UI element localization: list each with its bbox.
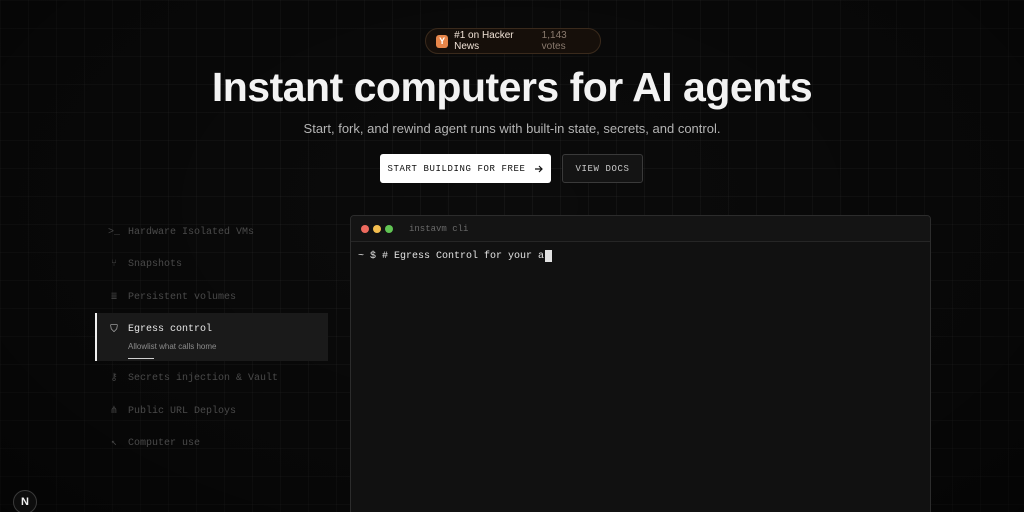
- terminal-command: # Egress Control for your a: [382, 250, 545, 262]
- feature-label: Snapshots: [128, 258, 183, 270]
- landing-page: Y #1 on Hacker News 1,143 votes Instant …: [0, 0, 1024, 512]
- maximize-dot-icon[interactable]: [385, 224, 393, 233]
- minimize-dot-icon[interactable]: [373, 224, 381, 233]
- feature-label: Hardware Isolated VMs: [128, 226, 255, 238]
- feature-progress-bar: [128, 358, 154, 359]
- page-title: Instant computers for AI agents: [211, 64, 813, 110]
- y-combinator-icon: Y: [436, 34, 449, 48]
- terminal-icon: >_: [108, 226, 121, 238]
- badge-title: #1 on Hacker News: [454, 30, 514, 52]
- feature-item-public-url-deploys[interactable]: ⋔ Public URL Deploys: [95, 396, 328, 426]
- feature-label: Egress control: [128, 324, 213, 335]
- feature-item-hardware-isolated-vms[interactable]: >_ Hardware Isolated VMs: [95, 217, 328, 247]
- share-icon: ⋔: [109, 406, 119, 417]
- floating-n-button[interactable]: N: [13, 490, 37, 512]
- feature-item-snapshots[interactable]: ⑂ Snapshots: [95, 249, 328, 279]
- feature-description: Allowlist what calls home: [128, 341, 217, 351]
- feature-item-egress-control[interactable]: ⛉ Egress control Allowlist what calls ho…: [95, 313, 328, 361]
- key-icon: ⚷: [110, 373, 118, 384]
- feature-label: Secrets injection & Vault: [128, 372, 279, 384]
- page-subtitle: Start, fork, and rewind agent runs with …: [303, 121, 721, 136]
- terminal-titlebar: instavm cli: [351, 216, 930, 242]
- terminal-prompt: ~ $: [358, 250, 377, 262]
- feature-label: Persistent volumes: [128, 291, 237, 303]
- feature-label: Public URL Deploys: [128, 405, 237, 417]
- terminal-window[interactable]: instavm cli ~ $ # Egress Control for you…: [350, 215, 931, 512]
- arrow-right-icon: [534, 165, 543, 172]
- database-icon: ≣: [110, 292, 118, 303]
- badge-votes: 1,143 votes: [541, 30, 567, 52]
- pointer-icon: ↖: [110, 438, 118, 449]
- fork-icon: ⑂: [111, 259, 117, 270]
- view-docs-label: VIEW DOCS: [575, 163, 630, 174]
- feature-row: ⛉ Egress control: [95, 324, 212, 336]
- start-building-button[interactable]: START BUILDING FOR FREE: [380, 154, 551, 183]
- close-dot-icon[interactable]: [361, 224, 369, 233]
- feature-item-persistent-volumes[interactable]: ≣ Persistent volumes: [95, 282, 328, 312]
- feature-label: Computer use: [128, 437, 201, 449]
- feature-item-computer-use[interactable]: ↖ Computer use: [95, 428, 328, 458]
- hacker-news-badge[interactable]: Y #1 on Hacker News 1,143 votes: [425, 28, 601, 54]
- terminal-cursor: [545, 250, 553, 262]
- start-building-label: START BUILDING FOR FREE: [387, 163, 526, 174]
- active-indicator: [95, 313, 97, 361]
- shield-icon: ⛉: [110, 324, 118, 336]
- view-docs-button[interactable]: VIEW DOCS: [562, 154, 643, 183]
- feature-item-secrets-injection[interactable]: ⚷ Secrets injection & Vault: [95, 363, 328, 393]
- terminal-title: instavm cli: [409, 223, 469, 234]
- terminal-body[interactable]: ~ $ # Egress Control for your a: [351, 242, 930, 262]
